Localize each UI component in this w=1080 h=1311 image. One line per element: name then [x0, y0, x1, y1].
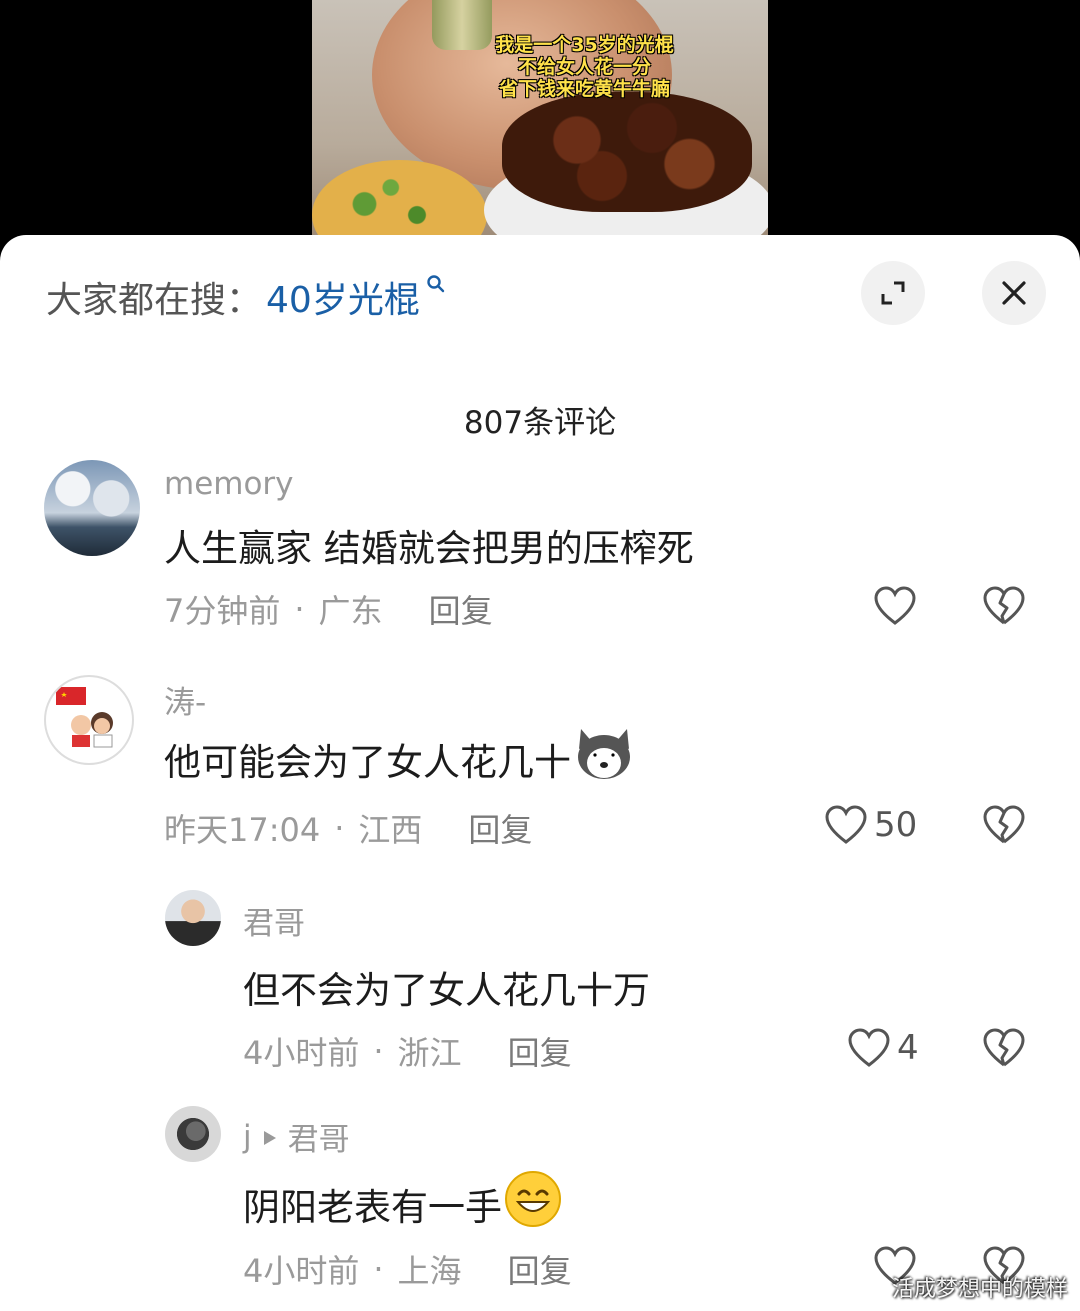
meta-separator: · — [373, 1032, 384, 1070]
like-count: 4 — [897, 1028, 919, 1068]
dislike-button[interactable] — [982, 805, 1026, 849]
reply-button[interactable]: 回复 — [508, 1028, 572, 1074]
reply-to-author[interactable]: 君哥 — [288, 1114, 350, 1159]
reply-time: 4小时前 — [243, 1034, 360, 1072]
comment-text: 人生赢家 结婚就会把男的压榨死 — [164, 527, 694, 570]
reply-location: 浙江 — [397, 1034, 462, 1072]
close-icon — [1002, 281, 1026, 305]
video-beef — [502, 92, 752, 212]
comment-time: 7分钟前 — [164, 592, 281, 630]
avatar[interactable] — [44, 460, 140, 556]
trending-search-prefix: 大家都在搜： — [46, 280, 263, 321]
heart-icon — [848, 1028, 890, 1067]
meta-separator: · — [373, 1250, 384, 1288]
meta-separator: · — [294, 590, 305, 628]
dislike-button[interactable] — [982, 586, 1026, 630]
husky-emoji-icon — [573, 725, 635, 792]
reply-text: 但不会为了女人花几十万 — [243, 969, 650, 1012]
grinning-emoji-icon — [504, 1170, 562, 1237]
heart-icon — [874, 586, 916, 625]
comment-meta: 昨天17:04 · 江西 回复 — [164, 805, 532, 851]
comment-author[interactable]: 涛- — [164, 677, 206, 722]
comment-text-content: 他可能会为了女人花几十 — [164, 740, 571, 784]
reply-author[interactable]: j — [243, 1119, 252, 1155]
comment-meta: 7分钟前 · 广东 回复 — [164, 586, 493, 632]
broken-heart-icon — [983, 586, 1025, 625]
close-button[interactable] — [982, 261, 1046, 325]
avatar[interactable] — [44, 675, 134, 765]
comment-location: 江西 — [358, 811, 423, 849]
like-button[interactable] — [873, 586, 923, 626]
video-caption-line: 不给女人花一分 — [517, 56, 651, 78]
video-caption: 我是一个35岁的光棍 不给女人花一分 省下钱来吃黄牛牛腩 — [462, 34, 707, 100]
trending-search[interactable]: 大家都在搜： 40岁光棍 — [46, 271, 446, 323]
comment-text: 他可能会为了女人花几十 — [164, 725, 635, 792]
broken-heart-icon — [983, 1028, 1025, 1067]
comment-sheet: 大家都在搜： 40岁光棍 807条评论 memory 人生赢家 结婚就会把男的压… — [0, 235, 1080, 1311]
heart-icon — [825, 805, 867, 844]
trending-search-keyword[interactable]: 40岁光棍 — [266, 271, 420, 323]
like-button[interactable]: 4 — [847, 1028, 919, 1068]
search-icon — [426, 274, 446, 300]
expand-icon — [881, 281, 905, 305]
reply-time: 4小时前 — [243, 1252, 360, 1290]
broken-heart-icon — [983, 805, 1025, 844]
reply-author[interactable]: 君哥 — [243, 898, 305, 943]
reply-button[interactable]: 回复 — [468, 805, 532, 851]
comment-author[interactable]: memory — [164, 466, 294, 502]
meta-separator: · — [334, 809, 345, 847]
expand-button[interactable] — [861, 261, 925, 325]
reply-location: 上海 — [397, 1252, 462, 1290]
comment-count: 807条评论 — [463, 405, 617, 441]
comment-location: 广东 — [318, 592, 383, 630]
reply-arrow-icon — [262, 1119, 278, 1155]
reply-meta: 4小时前 · 上海 回复 — [243, 1246, 572, 1292]
reply-button[interactable]: 回复 — [429, 586, 493, 632]
like-count: 50 — [874, 805, 918, 845]
reply-text: 阴阳老表有一手 — [243, 1170, 562, 1237]
reply-text-content: 阴阳老表有一手 — [243, 1185, 502, 1229]
video-frame: 我是一个35岁的光棍 不给女人花一分 省下钱来吃黄牛牛腩 — [312, 0, 768, 240]
like-button[interactable]: 50 — [824, 805, 917, 845]
comment-time: 昨天17:04 — [164, 811, 321, 849]
reply-author-line: j 君哥 — [243, 1114, 350, 1159]
watermark: 活成梦想中的模样 — [891, 1277, 1068, 1302]
reply-button[interactable]: 回复 — [508, 1246, 572, 1292]
dislike-button[interactable] — [982, 1028, 1026, 1072]
video-player[interactable]: 我是一个35岁的光棍 不给女人花一分 省下钱来吃黄牛牛腩 — [0, 0, 1080, 270]
avatar[interactable] — [165, 890, 221, 946]
reply-meta: 4小时前 · 浙江 回复 — [243, 1028, 572, 1074]
video-caption-line: 省下钱来吃黄牛牛腩 — [498, 78, 670, 100]
video-caption-line: 我是一个35岁的光棍 — [495, 34, 674, 56]
avatar[interactable] — [165, 1106, 221, 1162]
